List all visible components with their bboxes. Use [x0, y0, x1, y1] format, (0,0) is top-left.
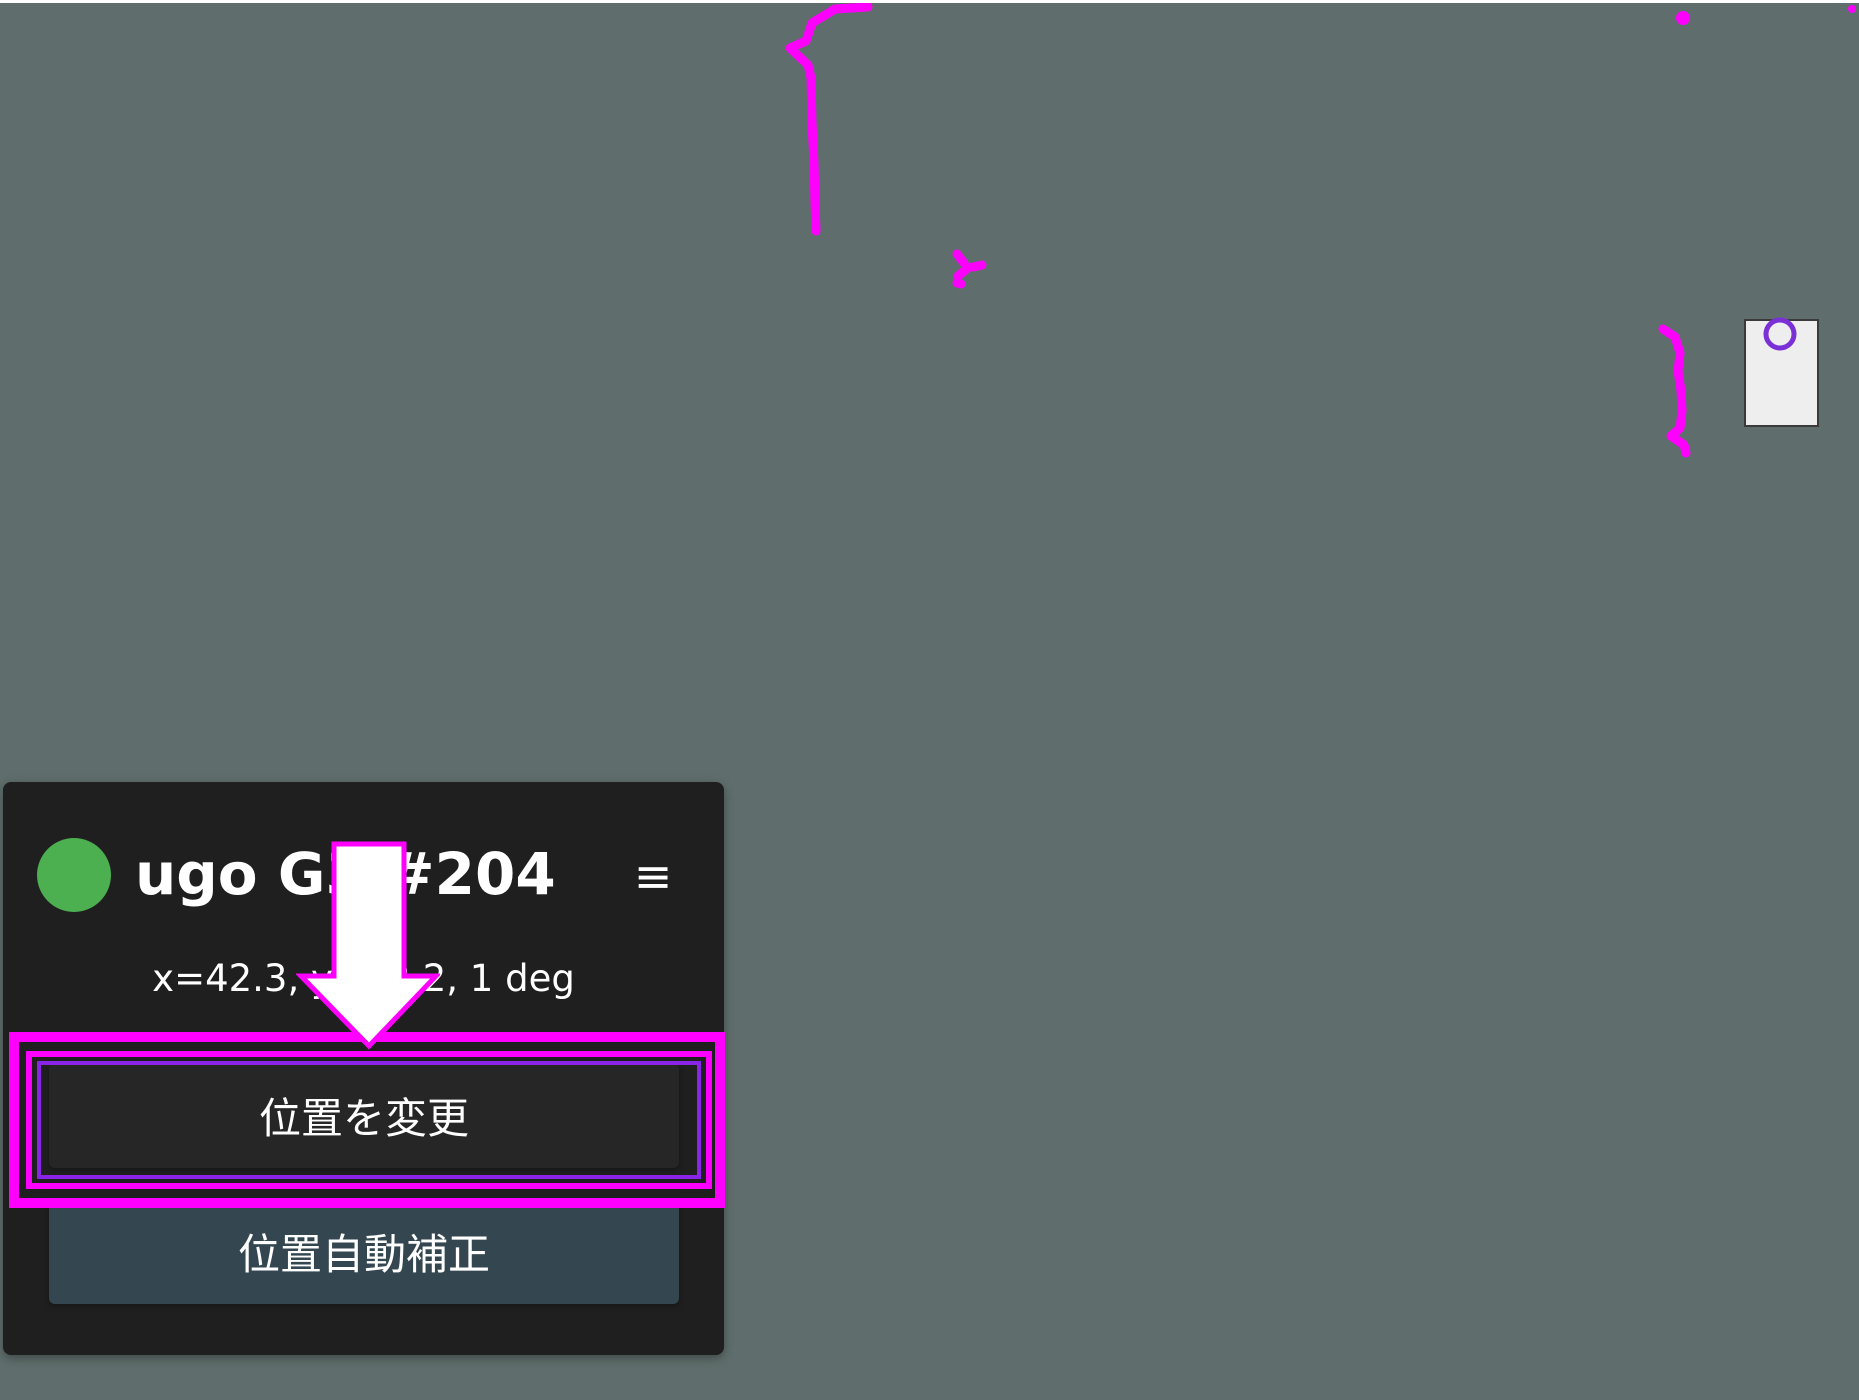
down-arrow-icon	[296, 841, 440, 1050]
highlight-box-focus	[37, 1061, 701, 1179]
obstacle-segment	[785, 3, 873, 236]
marker-card	[1744, 319, 1819, 427]
obstacle-points	[785, 3, 1691, 458]
obstacle-bracket	[1658, 324, 1691, 458]
hamburger-menu-icon[interactable]: ≡	[623, 846, 683, 906]
obstacle-dot	[1848, 5, 1856, 13]
map-marker[interactable]	[1744, 317, 1819, 427]
obstacle-cluster	[952, 249, 987, 289]
status-indicator	[37, 838, 111, 912]
auto-correct-button[interactable]: 位置自動補正	[49, 1199, 679, 1304]
obstacle-dots	[1676, 5, 1856, 25]
obstacle-dot	[1676, 11, 1690, 25]
